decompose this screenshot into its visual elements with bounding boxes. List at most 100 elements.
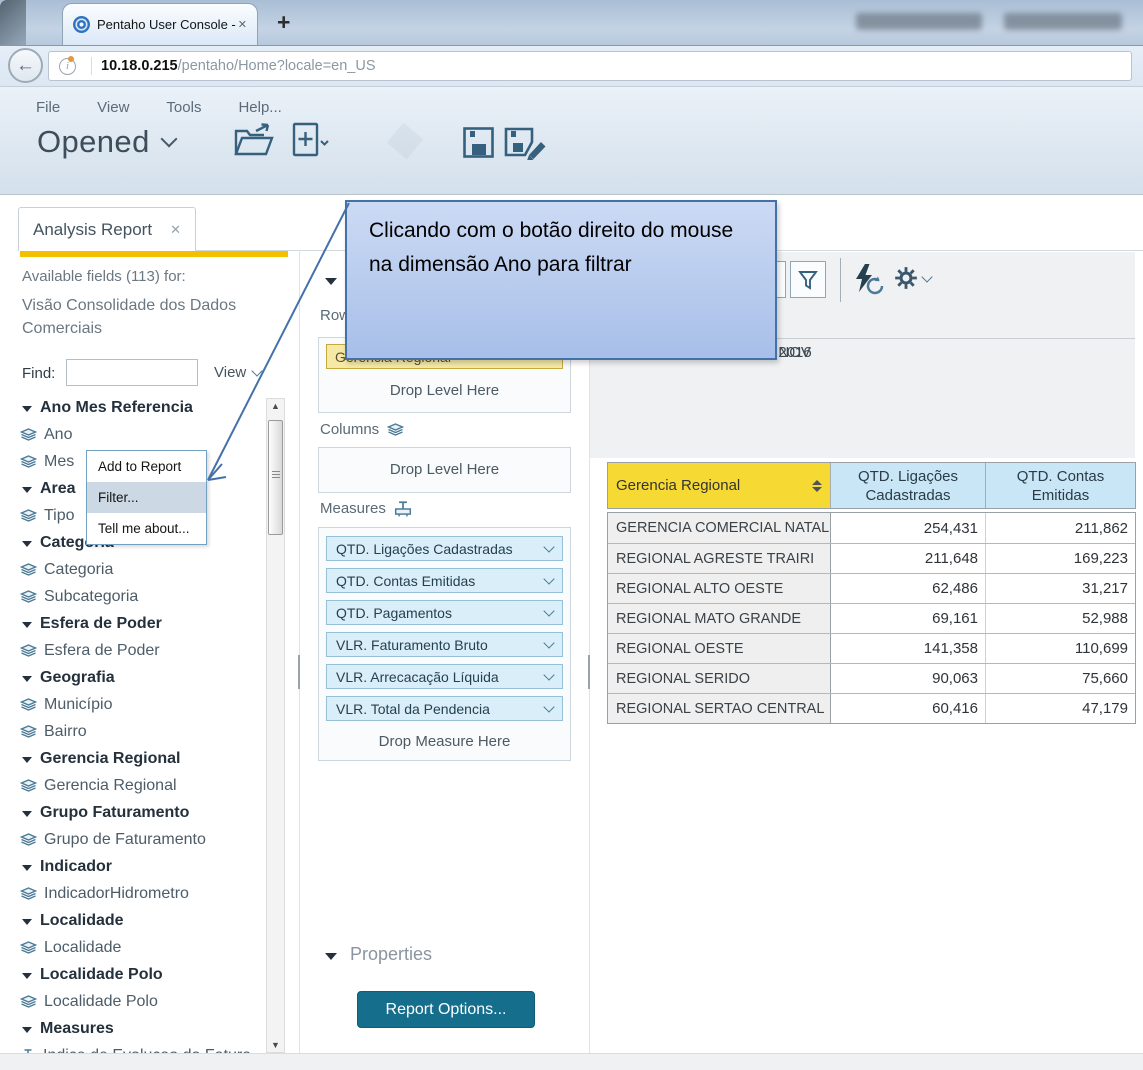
field-item[interactable]: Categoria xyxy=(0,556,262,583)
measure-chip[interactable]: VLR. Faturamento Bruto xyxy=(326,632,563,657)
measure-chip[interactable]: QTD. Pagamentos xyxy=(326,600,563,625)
report-options-button[interactable]: Report Options... xyxy=(357,991,535,1028)
value-cell: 254,431 xyxy=(831,513,986,543)
tab-close-icon[interactable]: ✕ xyxy=(238,18,247,31)
chevron-down-icon[interactable] xyxy=(543,605,554,616)
new-tab-button[interactable]: + xyxy=(277,9,290,36)
auto-refresh-button[interactable] xyxy=(851,263,887,297)
properties-section[interactable]: Properties xyxy=(325,944,432,965)
filter-toggle-button[interactable] xyxy=(790,261,826,298)
collapse-triangle-icon xyxy=(22,487,32,493)
column-header-gerencia-regional[interactable]: Gerencia Regional xyxy=(608,463,831,508)
find-input[interactable] xyxy=(66,359,198,386)
browser-tab[interactable]: Pentaho User Console - An... ✕ xyxy=(62,3,258,45)
field-label: IndicadorHidrometro xyxy=(44,885,189,903)
chevron-down-icon xyxy=(921,271,932,282)
field-item[interactable]: Grupo Faturamento xyxy=(0,799,262,826)
field-item[interactable]: Localidade xyxy=(0,934,262,961)
browser-tab-title: Pentaho User Console - An... xyxy=(97,17,238,32)
measure-chip[interactable]: QTD. Contas Emitidas xyxy=(326,568,563,593)
scroll-down-arrow[interactable]: ▼ xyxy=(266,1040,285,1050)
url-path: /pentaho/Home?locale=en_US xyxy=(178,58,376,74)
field-item[interactable]: Ano Mes Referencia xyxy=(0,394,262,421)
toolbar-separator xyxy=(840,258,841,302)
row-header-cell: REGIONAL SERIDO xyxy=(608,664,831,693)
field-item[interactable]: Geografia xyxy=(0,664,262,691)
back-button[interactable]: ← xyxy=(8,48,43,83)
measure-chip[interactable]: VLR. Total da Pendencia xyxy=(326,696,563,721)
measure-chip[interactable]: QTD. Ligações Cadastradas xyxy=(326,536,563,561)
context-menu-item[interactable]: Add to Report xyxy=(87,451,206,482)
field-label: Localidade Polo xyxy=(40,966,163,984)
close-report-icon[interactable]: ✕ xyxy=(170,222,181,238)
chevron-down-icon[interactable] xyxy=(543,541,554,552)
layout-collapse-icon[interactable] xyxy=(325,278,337,285)
tab-analysis-report[interactable]: Analysis Report ✕ xyxy=(18,207,196,251)
field-item[interactable]: Indicador xyxy=(0,853,262,880)
redacted-title-text xyxy=(856,13,982,30)
sort-icon[interactable] xyxy=(812,480,822,492)
context-menu-item[interactable]: Tell me about... xyxy=(87,513,206,544)
field-item[interactable]: Subcategoria xyxy=(0,583,262,610)
value-cell: 62,486 xyxy=(831,574,986,603)
context-menu-item[interactable]: Filter... xyxy=(87,482,206,513)
column-header-qtd-contas[interactable]: QTD. Contas Emitidas xyxy=(986,463,1135,508)
field-item[interactable]: Grupo de Faturamento xyxy=(0,826,262,853)
field-item[interactable]: Esfera de Poder xyxy=(0,610,262,637)
field-label: Geografia xyxy=(40,669,115,687)
chevron-down-icon[interactable] xyxy=(543,573,554,584)
field-item[interactable]: Esfera de Poder xyxy=(0,637,262,664)
field-label: Grupo Faturamento xyxy=(40,804,189,822)
dimension-level-icon xyxy=(20,833,37,846)
field-item[interactable]: Município xyxy=(0,691,262,718)
measure-chip-label: QTD. Pagamentos xyxy=(336,605,452,621)
field-label: Ano Mes Referencia xyxy=(40,399,193,417)
chevron-down-icon[interactable] xyxy=(543,669,554,680)
field-item[interactable]: IndicadorHidrometro xyxy=(0,880,262,907)
dimension-level-icon xyxy=(20,725,37,738)
chevron-down-icon[interactable] xyxy=(543,701,554,712)
menu-item[interactable]: File xyxy=(36,99,60,116)
chevron-down-icon[interactable] xyxy=(543,637,554,648)
field-label: Localidade xyxy=(44,939,121,957)
field-item[interactable]: Ano xyxy=(0,421,262,448)
dimension-level-icon xyxy=(20,509,37,522)
scrollbar-thumb[interactable] xyxy=(268,420,283,535)
measures-drop-zone[interactable]: QTD. Ligações Cadastradas QTD. Contas Em… xyxy=(318,527,571,761)
settings-dropdown[interactable] xyxy=(893,265,931,291)
scroll-up-arrow[interactable]: ▲ xyxy=(266,401,285,411)
menu-item[interactable]: Help... xyxy=(238,99,281,116)
field-label: Esfera de Poder xyxy=(44,642,160,660)
url-bar[interactable]: i 10.18.0.215 /pentaho/Home?locale=en_US xyxy=(48,51,1132,81)
splitter-handle[interactable] xyxy=(298,655,300,689)
find-label: Find: xyxy=(22,365,55,382)
field-item[interactable]: Gerencia Regional xyxy=(0,745,262,772)
browse-files-button[interactable] xyxy=(233,122,275,163)
menu-item[interactable]: Tools xyxy=(166,99,201,116)
field-item[interactable]: Localidade xyxy=(0,907,262,934)
measure-icon xyxy=(394,501,412,517)
column-header-qtd-ligacoes[interactable]: QTD. Ligações Cadastradas xyxy=(831,463,986,508)
field-item[interactable]: Measures xyxy=(0,1015,262,1042)
field-item[interactable]: Indice de Evolucao do Fatura xyxy=(0,1042,262,1053)
left-panel-splitter[interactable] xyxy=(299,250,300,1053)
dimension-level-icon xyxy=(20,644,37,657)
field-item[interactable]: Gerencia Regional xyxy=(0,772,262,799)
view-dropdown[interactable]: View xyxy=(214,364,261,381)
save-button[interactable] xyxy=(462,126,495,164)
columns-drop-zone[interactable]: Drop Level Here xyxy=(318,447,571,493)
field-item[interactable]: Localidade Polo xyxy=(0,961,262,988)
field-item[interactable]: Localidade Polo xyxy=(0,988,262,1015)
field-item[interactable]: Bairro xyxy=(0,718,262,745)
menu-item[interactable]: View xyxy=(97,99,129,116)
columns-label-text: Columns xyxy=(320,421,379,438)
save-as-button[interactable] xyxy=(503,126,548,165)
field-label: Bairro xyxy=(44,723,87,741)
splitter-handle[interactable] xyxy=(588,655,590,689)
opened-dropdown[interactable]: Opened xyxy=(37,124,175,160)
measure-chip[interactable]: VLR. Arrecacação Líquida xyxy=(326,664,563,689)
dimension-level-icon xyxy=(20,563,37,576)
value-cell: 169,223 xyxy=(986,544,1135,573)
new-report-button[interactable] xyxy=(290,120,330,167)
field-label: Mes xyxy=(44,453,74,471)
